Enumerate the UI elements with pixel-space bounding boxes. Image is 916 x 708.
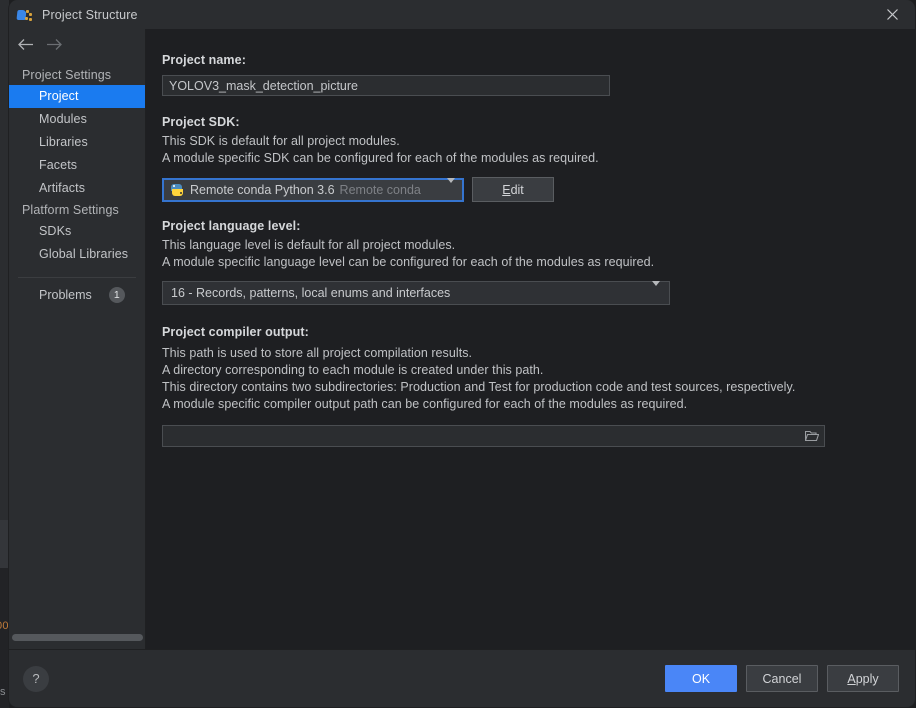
language-level-desc-line2: A module specific language level can be … [162, 255, 655, 269]
language-level-label: Project language level: [162, 219, 301, 233]
python-icon [170, 183, 184, 197]
project-sdk-section: Project SDK: This SDK is default for all… [146, 115, 915, 202]
project-sdk-desc-line1: This SDK is default for all project modu… [162, 134, 400, 148]
ok-label: OK [691, 671, 711, 686]
sdk-edit-button[interactable]: Edit [472, 177, 554, 202]
project-sdk-row: Remote conda Python 3.6 Remote conda Edi… [162, 177, 915, 202]
apply-button[interactable]: Apply [827, 665, 899, 692]
sdk-edit-mnemonic: E [502, 182, 511, 197]
close-icon[interactable] [869, 0, 915, 29]
chevron-down-icon[interactable] [652, 281, 660, 300]
project-name-input[interactable]: YOLOV3_mask_detection_picture [162, 75, 610, 96]
sidebar-horizontal-scrollbar[interactable] [12, 634, 143, 641]
compiler-output-label: Project compiler output: [162, 325, 309, 339]
compiler-output-input[interactable] [162, 425, 825, 447]
compiler-output-desc-line1: This path is used to store all project c… [162, 346, 473, 360]
compiler-output-desc-line2: A directory corresponding to each module… [162, 363, 544, 377]
project-sdk-value: Remote conda Python 3.6 [190, 182, 335, 197]
dialog-body: Project Settings Project Modules Librari… [9, 29, 915, 649]
problems-label: Problems [39, 288, 92, 302]
dialog-footer: ? OK Cancel Apply [9, 649, 915, 707]
arrow-left-icon[interactable] [16, 35, 34, 53]
sidebar-group-platform-settings: Platform Settings [22, 203, 119, 217]
folder-icon[interactable] [804, 428, 820, 444]
project-sdk-subtext: Remote conda [339, 182, 421, 197]
project-structure-dialog: Project Structure Project Settings Proje… [8, 0, 916, 708]
language-level-section: Project language level: This language le… [146, 219, 915, 305]
dialog-title: Project Structure [42, 7, 138, 22]
sidebar-nav-list: Project Settings Project Modules Librari… [9, 65, 145, 303]
cancel-label: Cancel [762, 671, 802, 686]
compiler-output-desc-line3: This directory contains two subdirectori… [162, 380, 796, 394]
project-name-section: Project name: YOLOV3_mask_detection_pict… [146, 53, 915, 96]
sidebar-item-global-libraries[interactable]: Global Libraries [9, 243, 145, 266]
project-structure-icon [16, 7, 33, 23]
settings-sidebar: Project Settings Project Modules Librari… [9, 29, 146, 649]
sidebar-item-sdks[interactable]: SDKs [9, 220, 145, 243]
project-name-value: YOLOV3_mask_detection_picture [169, 78, 358, 93]
language-level-desc-line1: This language level is default for all p… [162, 238, 456, 252]
sidebar-item-facets[interactable]: Facets [9, 154, 145, 177]
dialog-titlebar: Project Structure [9, 0, 915, 29]
sidebar-group-project-settings: Project Settings [22, 68, 112, 82]
help-icon: ? [32, 671, 40, 686]
problems-count-badge: 1 [108, 287, 125, 303]
project-sdk-combo[interactable]: Remote conda Python 3.6 Remote conda [162, 177, 464, 202]
language-level-combo[interactable]: 16 - Records, patterns, local enums and … [162, 281, 670, 305]
project-name-label: Project name: [162, 53, 246, 67]
project-sdk-desc-line2: A module specific SDK can be configured … [162, 151, 599, 165]
sidebar-item-artifacts[interactable]: Artifacts [9, 177, 145, 200]
apply-label: pply [855, 671, 879, 686]
compiler-output-desc-line4: A module specific compiler output path c… [162, 397, 688, 411]
help-button[interactable]: ? [23, 665, 49, 692]
compiler-output-section: Project compiler output: This path is us… [146, 325, 915, 447]
project-sdk-label: Project SDK: [162, 115, 240, 129]
sidebar-item-project[interactable]: Project [9, 85, 145, 108]
sidebar-item-modules[interactable]: Modules [9, 108, 145, 131]
navigation-arrows [9, 29, 145, 59]
project-settings-panel: Project name: YOLOV3_mask_detection_pict… [146, 29, 915, 649]
arrow-right-icon[interactable] [45, 35, 63, 53]
apply-mnemonic: A [847, 671, 856, 686]
chevron-down-icon[interactable] [447, 177, 455, 197]
sidebar-item-libraries[interactable]: Libraries [9, 131, 145, 154]
sidebar-item-problems[interactable]: Problems 1 [9, 278, 145, 303]
language-level-value: 16 - Records, patterns, local enums and … [171, 286, 451, 300]
cancel-button[interactable]: Cancel [746, 665, 818, 692]
sdk-edit-label: dit [510, 182, 524, 197]
scrollbar-thumb[interactable] [12, 634, 143, 641]
ok-button[interactable]: OK [665, 665, 737, 692]
